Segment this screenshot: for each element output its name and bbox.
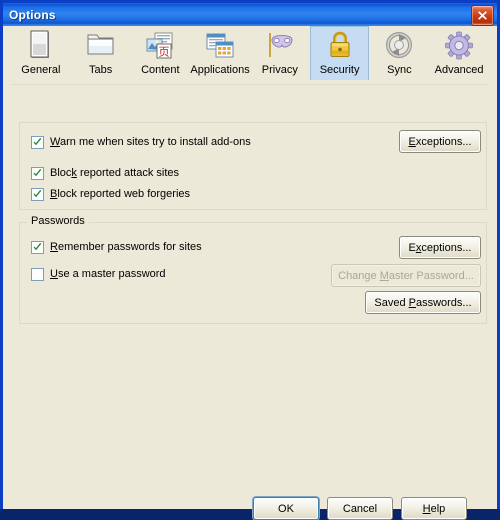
- applications-icon: [204, 30, 236, 62]
- tab-privacy-label: Privacy: [261, 64, 298, 76]
- sync-arrows-icon: [384, 30, 414, 62]
- tab-privacy[interactable]: Privacy: [250, 26, 310, 80]
- checkbox-block-attack-sites-box[interactable]: [31, 167, 44, 180]
- tab-security-label: Security: [319, 64, 360, 76]
- tab-advanced-label: Advanced: [434, 64, 484, 76]
- checkbox-block-web-forgeries[interactable]: Block reported web forgeries: [31, 188, 190, 201]
- tab-general-label: General: [21, 64, 61, 76]
- tab-sync-label: Sync: [387, 64, 412, 76]
- checkbox-block-web-forgeries-label: Block reported web forgeries: [50, 188, 191, 200]
- checkbox-use-master-password-label: Use a master password: [50, 268, 166, 280]
- checkbox-remember-passwords[interactable]: Remember passwords for sites: [31, 241, 202, 254]
- tab-content-label: Content: [141, 64, 180, 76]
- checkbox-use-master-password[interactable]: Use a master password: [31, 268, 166, 281]
- checkbox-warn-addons-label: Warn me when sites try to install add-on…: [50, 136, 251, 148]
- passwords-panel-legend: Passwords: [27, 215, 89, 227]
- general-icon: [28, 30, 54, 62]
- client-area: General Tabs 页 Content Applications Priv…: [3, 26, 497, 520]
- saved-passwords-button[interactable]: Saved Passwords...: [365, 291, 481, 314]
- checkbox-warn-addons-box[interactable]: [31, 136, 44, 149]
- checkbox-warn-addons[interactable]: Warn me when sites try to install add-on…: [31, 136, 251, 149]
- checkbox-block-attack-sites-label: Block reported attack sites: [50, 167, 180, 179]
- saved-passwords-button-label: Saved Passwords...: [374, 296, 472, 309]
- window-title: Options: [9, 7, 56, 22]
- close-icon: [477, 10, 488, 21]
- checkbox-use-master-password-box[interactable]: [31, 268, 44, 281]
- title-bar: Options: [3, 3, 497, 26]
- checkbox-remember-passwords-box[interactable]: [31, 241, 44, 254]
- tab-applications-label: Applications: [190, 64, 250, 76]
- tab-strip: General Tabs 页 Content Applications Priv…: [3, 26, 497, 85]
- tab-sync[interactable]: Sync: [369, 26, 429, 80]
- svg-text:页: 页: [159, 46, 170, 59]
- checkbox-block-attack-sites[interactable]: Block reported attack sites: [31, 167, 179, 180]
- change-master-password-button-label: Change Master Password...: [338, 269, 474, 282]
- tab-advanced[interactable]: Advanced: [429, 26, 489, 80]
- close-button[interactable]: [471, 5, 494, 26]
- tabs-folder-icon: [86, 30, 116, 62]
- exceptions-addons-button-label: Exceptions...: [408, 135, 472, 148]
- tab-content[interactable]: 页 Content: [130, 26, 190, 80]
- tab-applications[interactable]: Applications: [190, 26, 250, 80]
- exceptions-passwords-button-label: Exceptions...: [408, 241, 472, 254]
- tab-general[interactable]: General: [11, 26, 71, 80]
- checkbox-remember-passwords-label: Remember passwords for sites: [50, 241, 202, 253]
- exceptions-addons-button[interactable]: Exceptions...: [399, 130, 481, 153]
- content-icon: 页: [144, 30, 176, 62]
- tab-security[interactable]: Security: [309, 26, 370, 80]
- advanced-gear-icon: [443, 30, 475, 62]
- checkbox-block-web-forgeries-box[interactable]: [31, 188, 44, 201]
- tab-tabs-label: Tabs: [88, 64, 113, 76]
- security-lock-icon: [326, 30, 354, 62]
- change-master-password-button: Change Master Password...: [331, 264, 481, 287]
- privacy-mask-icon: [264, 30, 296, 62]
- tab-tabs[interactable]: Tabs: [71, 26, 131, 80]
- options-window: Options General Tabs 页 Content Applicati…: [0, 0, 500, 520]
- exceptions-passwords-button[interactable]: Exceptions...: [399, 236, 481, 259]
